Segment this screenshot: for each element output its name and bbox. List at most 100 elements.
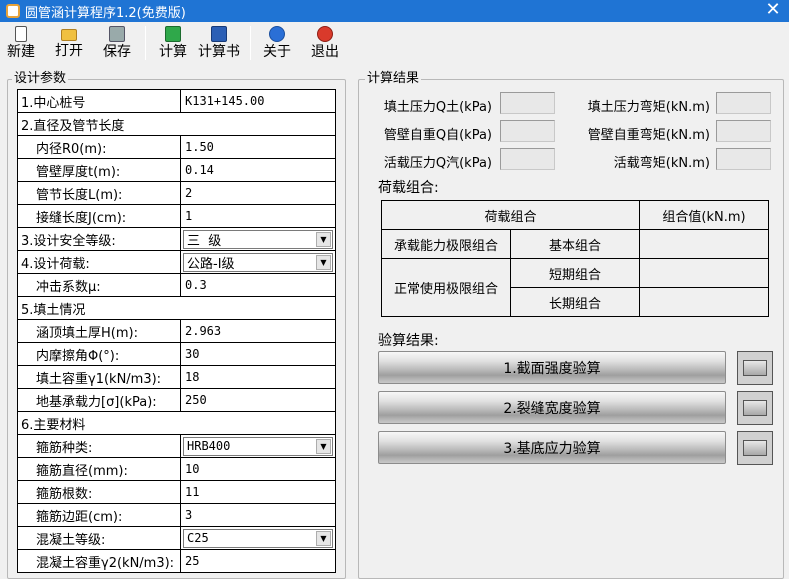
crack-width-check-button[interactable]: 2.裂缝宽度验算 [378, 391, 726, 424]
rebar-count-field[interactable]: 11 [180, 480, 336, 504]
impact-coef-label: 冲击系数μ: [17, 273, 181, 297]
chevron-down-icon[interactable]: ▼ [316, 254, 331, 270]
new-button[interactable]: 新建 [4, 22, 38, 64]
fill-density-label: 填土容重γ1(kN/m3): [17, 365, 181, 389]
concrete-grade-select[interactable]: C25 ▼ [183, 528, 333, 548]
segment-length-field[interactable]: 2 [180, 181, 336, 205]
basic-combo-label: 基本组合 [509, 229, 641, 259]
toolbar: 新建 打开 保存 计算 计算书 关于 退出 [0, 22, 789, 64]
table-row: 混凝土容重γ2(kN/m3): 25 [17, 549, 336, 573]
base-stress-indicator [737, 431, 773, 465]
table-row: 内径R0(m): 1.50 [17, 135, 336, 159]
impact-coef-field[interactable]: 0.3 [180, 273, 336, 297]
section-materials: 6.主要材料 [17, 411, 336, 435]
results-title: 计算结果 [365, 71, 422, 86]
fill-moment-output [716, 92, 771, 114]
crack-width-indicator [737, 391, 773, 425]
table-row: 箍筋边距(cm): 3 [17, 503, 336, 527]
design-load-cell: 公路-Ⅰ级 ▼ [180, 250, 336, 274]
rebar-diameter-label: 箍筋直径(mm): [17, 457, 181, 481]
rebar-type-select[interactable]: HRB400 ▼ [183, 436, 333, 456]
exit-label: 退出 [311, 44, 339, 60]
basic-combo-value [639, 229, 770, 259]
bearing-capacity-field[interactable]: 250 [180, 388, 336, 412]
design-load-select[interactable]: 公路-Ⅰ级 ▼ [183, 252, 333, 272]
report-label: 计算书 [198, 44, 240, 60]
table-row: 箍筋直径(mm): 10 [17, 457, 336, 481]
rebar-count-label: 箍筋根数: [17, 480, 181, 504]
live-pressure-label: 活载压力Q汽(kPa) [383, 156, 492, 171]
inner-radius-label: 内径R0(m): [17, 135, 181, 159]
base-stress-check-button[interactable]: 3.基底应力验算 [378, 431, 726, 464]
design-params-table: 1.中心桩号 K131+145.00 2.直径及管节长度 内径R0(m): 1.… [17, 89, 336, 573]
wall-moment-label: 管壁自重弯矩(kN.m) [587, 128, 710, 143]
table-row: 5.填土情况 [17, 296, 336, 320]
table-row: 涵顶填土厚H(m): 2.963 [17, 319, 336, 343]
wall-weight-output [500, 120, 555, 142]
close-button[interactable]: ✕ [763, 1, 783, 21]
table-row: 6.主要材料 [17, 411, 336, 435]
window-title: 圆管涵计算程序1.2(免费版) [25, 5, 186, 21]
table-row: 地基承载力[σ](kPa): 250 [17, 388, 336, 412]
section-diameter: 2.直径及管节长度 [17, 112, 336, 136]
section-strength-check-button[interactable]: 1.截面强度验算 [378, 351, 726, 384]
chevron-down-icon[interactable]: ▼ [316, 438, 331, 454]
fill-pressure-output [500, 92, 555, 114]
design-params-title: 设计参数 [12, 71, 69, 86]
section-strength-indicator [737, 351, 773, 385]
safety-level-select[interactable]: 三 级 ▼ [183, 229, 333, 249]
table-row: 管节长度L(m): 2 [17, 181, 336, 205]
word-doc-icon [211, 26, 227, 42]
table-row: 3.设计安全等级: 三 级 ▼ [17, 227, 336, 251]
live-moment-label: 活载弯矩(kN.m) [613, 156, 710, 171]
concrete-density-label: 混凝土容重γ2(kN/m3): [17, 549, 181, 573]
friction-angle-field[interactable]: 30 [180, 342, 336, 366]
chevron-down-icon[interactable]: ▼ [316, 231, 331, 247]
wall-thickness-field[interactable]: 0.14 [180, 158, 336, 182]
fill-pressure-label: 填土压力Q土(kPa) [383, 100, 492, 115]
report-button[interactable]: 计算书 [197, 22, 241, 64]
safety-level-value: 三 级 [187, 233, 222, 249]
joint-length-field[interactable]: 1 [180, 204, 336, 228]
load-combo-title: 荷载组合: [378, 180, 439, 196]
safety-level-label: 3.设计安全等级: [17, 227, 181, 251]
open-label: 打开 [55, 43, 83, 59]
calculate-label: 计算 [159, 44, 187, 60]
center-pile-field[interactable]: K131+145.00 [180, 89, 336, 113]
table-row: 内摩擦角Φ(°): 30 [17, 342, 336, 366]
long-combo-label: 长期组合 [509, 287, 641, 317]
calculate-icon [165, 26, 181, 42]
fill-density-field[interactable]: 18 [180, 365, 336, 389]
toolbar-separator [250, 26, 251, 60]
save-button[interactable]: 保存 [100, 22, 134, 64]
rebar-type-label: 箍筋种类: [17, 434, 181, 458]
inner-radius-field[interactable]: 1.50 [180, 135, 336, 159]
live-moment-output [716, 148, 771, 170]
fill-height-field[interactable]: 2.963 [180, 319, 336, 343]
exit-button[interactable]: 退出 [308, 22, 342, 64]
table-row: 冲击系数μ: 0.3 [17, 273, 336, 297]
about-button[interactable]: 关于 [260, 22, 294, 64]
chevron-down-icon[interactable]: ▼ [316, 530, 331, 546]
table-row: 荷载组合 组合值(kN.m) [380, 200, 770, 230]
fill-height-label: 涵顶填土厚H(m): [17, 319, 181, 343]
open-button[interactable]: 打开 [52, 22, 86, 64]
table-row: 管壁厚度t(m): 0.14 [17, 158, 336, 182]
rebar-edge-field[interactable]: 3 [180, 503, 336, 527]
folder-open-icon [61, 29, 77, 41]
table-row: 承载能力极限组合 基本组合 [381, 229, 770, 259]
table-row: 正常使用极限组合 短期组合 [381, 258, 770, 317]
about-label: 关于 [263, 44, 291, 60]
rebar-diameter-field[interactable]: 10 [180, 457, 336, 481]
toolbar-separator [145, 26, 146, 60]
table-row: 1.中心桩号 K131+145.00 [17, 89, 336, 113]
info-icon [269, 26, 285, 42]
indicator-lamp-icon [743, 400, 767, 416]
concrete-density-field[interactable]: 25 [180, 549, 336, 573]
table-row: 接缝长度J(cm): 1 [17, 204, 336, 228]
indicator-lamp-icon [743, 360, 767, 376]
live-pressure-output [500, 148, 555, 170]
wall-thickness-label: 管壁厚度t(m): [17, 158, 181, 182]
calculate-button[interactable]: 计算 [156, 22, 190, 64]
table-row: 混凝土等级: C25 ▼ [17, 526, 336, 550]
